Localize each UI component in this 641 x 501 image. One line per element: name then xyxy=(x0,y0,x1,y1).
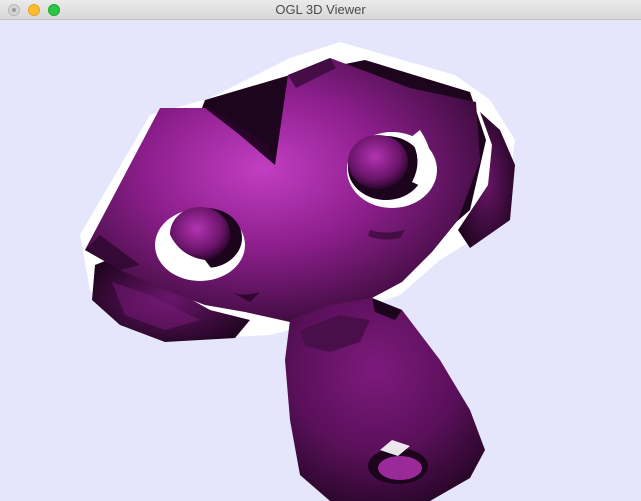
monkey-model-render xyxy=(80,42,515,501)
monkey-snout xyxy=(285,298,485,501)
right-eye xyxy=(347,130,437,208)
ogl-viewer-window: OGL 3D Viewer xyxy=(0,0,641,501)
window-title: OGL 3D Viewer xyxy=(275,2,366,17)
title-bar[interactable]: OGL 3D Viewer xyxy=(0,0,641,20)
3d-viewport[interactable] xyxy=(0,20,641,501)
